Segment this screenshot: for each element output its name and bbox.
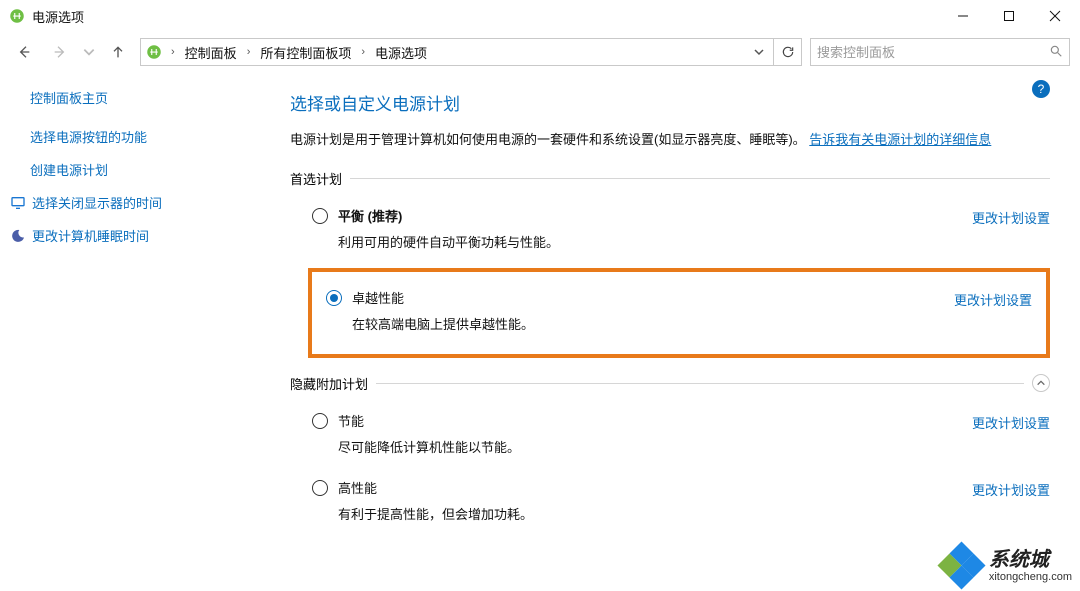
change-plan-settings-link[interactable]: 更改计划设置 xyxy=(972,480,1050,499)
window-title: 电源选项 xyxy=(32,7,84,26)
address-dropdown-icon[interactable] xyxy=(749,46,769,58)
close-button[interactable] xyxy=(1032,0,1078,32)
desc-text: 电源计划是用于管理计算机如何使用电源的一套硬件和系统设置(如显示器亮度、睡眠等)… xyxy=(290,132,806,147)
change-plan-settings-link[interactable]: 更改计划设置 xyxy=(954,290,1032,309)
navbar: › 控制面板 › 所有控制面板项 › 电源选项 xyxy=(0,32,1080,72)
sidebar: 控制面板主页 选择电源按钮的功能 创建电源计划 选择关闭显示器的时间 更改计算机… xyxy=(0,72,250,591)
watermark-logo-icon xyxy=(943,547,981,585)
sidebar-link-display-off[interactable]: 选择关闭显示器的时间 xyxy=(10,193,240,212)
app-icon xyxy=(8,7,26,25)
section-label: 隐藏附加计划 xyxy=(290,374,368,393)
content-area: ? 选择或自定义电源计划 电源计划是用于管理计算机如何使用电源的一套硬件和系统设… xyxy=(250,72,1080,591)
breadcrumb-seg-2[interactable]: 所有控制面板项 xyxy=(258,43,353,62)
plan-title[interactable]: 节能 xyxy=(338,411,364,430)
address-bar[interactable]: › 控制面板 › 所有控制面板项 › 电源选项 xyxy=(140,38,774,66)
plan-title[interactable]: 平衡 (推荐) xyxy=(338,206,402,225)
help-button[interactable]: ? xyxy=(1032,80,1050,98)
chevron-right-icon[interactable]: › xyxy=(169,46,177,58)
plan-row-powersaver: 节能 更改计划设置 xyxy=(312,405,1050,432)
plan-row-balanced: 平衡 (推荐) 更改计划设置 xyxy=(312,200,1050,227)
titlebar: 电源选项 xyxy=(0,0,1080,32)
sidebar-link-power-button[interactable]: 选择电源按钮的功能 xyxy=(30,127,240,146)
plan-radio-powersaver[interactable] xyxy=(312,413,328,429)
forward-button[interactable] xyxy=(46,38,74,66)
breadcrumb-seg-3[interactable]: 电源选项 xyxy=(373,43,429,62)
chevron-right-icon[interactable]: › xyxy=(359,46,367,58)
breadcrumb-seg-1[interactable]: 控制面板 xyxy=(183,43,239,62)
section-label: 首选计划 xyxy=(290,169,342,188)
preferred-plans-header: 首选计划 xyxy=(290,169,1050,188)
up-button[interactable] xyxy=(104,38,132,66)
collapse-button[interactable] xyxy=(1032,374,1050,392)
search-input[interactable] xyxy=(817,45,1043,60)
plan-title[interactable]: 高性能 xyxy=(338,478,377,497)
monitor-icon xyxy=(10,195,26,211)
plan-desc: 有利于提高性能，但会增加功耗。 xyxy=(338,505,1050,526)
hidden-plans-header: 隐藏附加计划 xyxy=(290,374,1050,393)
back-button[interactable] xyxy=(10,38,38,66)
plan-desc: 在较高端电脑上提供卓越性能。 xyxy=(352,315,1032,336)
chevron-right-icon[interactable]: › xyxy=(245,46,253,58)
moon-icon xyxy=(10,228,26,244)
plan-row-highperf: 高性能 更改计划设置 xyxy=(312,472,1050,499)
sidebar-home-link[interactable]: 控制面板主页 xyxy=(30,88,240,107)
change-plan-settings-link[interactable]: 更改计划设置 xyxy=(972,413,1050,432)
minimize-button[interactable] xyxy=(940,0,986,32)
watermark-url: xitongcheng.com xyxy=(989,571,1072,583)
divider xyxy=(350,178,1050,179)
plan-radio-highperf[interactable] xyxy=(312,480,328,496)
maximize-button[interactable] xyxy=(986,0,1032,32)
search-icon[interactable] xyxy=(1049,44,1063,61)
plan-row-ultimate: 卓越性能 更改计划设置 xyxy=(326,282,1032,309)
refresh-button[interactable] xyxy=(774,38,802,66)
address-icon xyxy=(145,43,163,61)
plan-title[interactable]: 卓越性能 xyxy=(352,288,404,307)
page-description: 电源计划是用于管理计算机如何使用电源的一套硬件和系统设置(如显示器亮度、睡眠等)… xyxy=(290,129,1050,151)
plan-radio-ultimate[interactable] xyxy=(326,290,342,306)
watermark-brand: 系统城 xyxy=(989,549,1072,571)
desc-link[interactable]: 告诉我有关电源计划的详细信息 xyxy=(809,132,991,147)
plan-desc: 尽可能降低计算机性能以节能。 xyxy=(338,438,1050,459)
recent-dropdown[interactable] xyxy=(82,38,96,66)
sidebar-item-label: 更改计算机睡眠时间 xyxy=(32,226,149,245)
watermark: 系统城 xitongcheng.com xyxy=(943,547,1072,585)
highlighted-plan-box: 卓越性能 更改计划设置 在较高端电脑上提供卓越性能。 xyxy=(308,268,1050,358)
plan-radio-balanced[interactable] xyxy=(312,208,328,224)
plan-desc: 利用可用的硬件自动平衡功耗与性能。 xyxy=(338,233,1050,254)
page-heading: 选择或自定义电源计划 xyxy=(290,90,1050,115)
sidebar-item-label: 选择关闭显示器的时间 xyxy=(32,193,162,212)
change-plan-settings-link[interactable]: 更改计划设置 xyxy=(972,208,1050,227)
sidebar-link-create-plan[interactable]: 创建电源计划 xyxy=(30,160,240,179)
search-box[interactable] xyxy=(810,38,1070,66)
divider xyxy=(376,383,1024,384)
sidebar-link-sleep-time[interactable]: 更改计算机睡眠时间 xyxy=(10,226,240,245)
